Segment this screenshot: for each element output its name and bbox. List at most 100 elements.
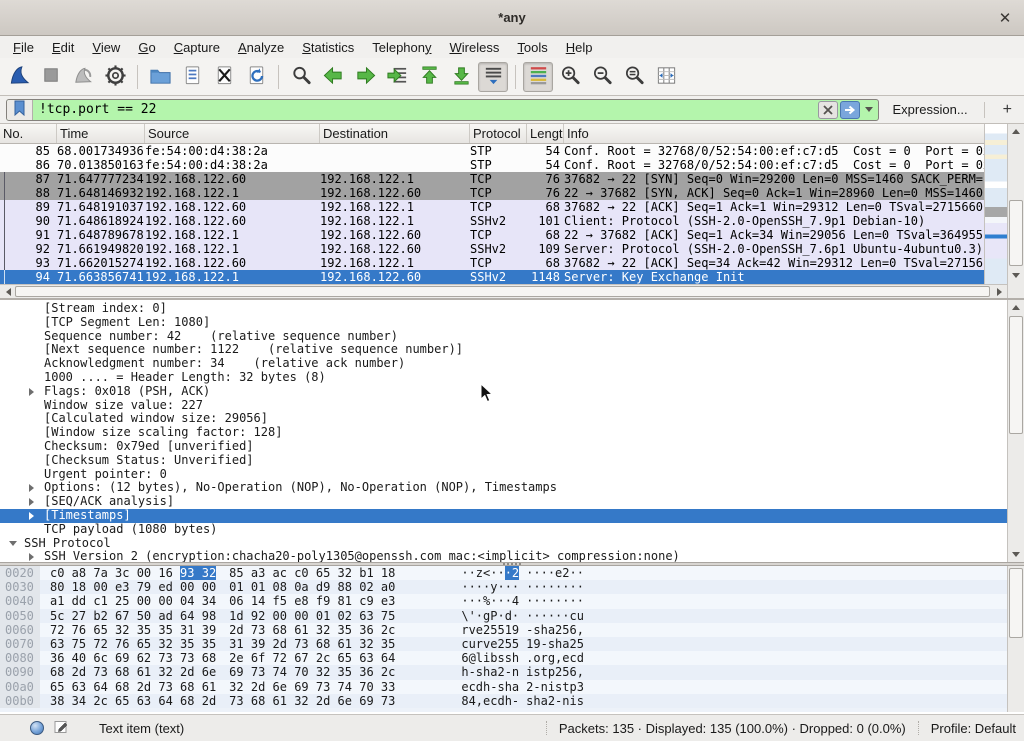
auto-scroll-toggle[interactable]	[478, 62, 508, 92]
column-header-length[interactable]: Length	[527, 124, 564, 143]
profile-label[interactable]: Profile: Default	[931, 721, 1016, 736]
restart-capture-button[interactable]	[68, 62, 98, 92]
display-filter-input[interactable]	[33, 100, 817, 120]
column-header-info[interactable]: Info	[564, 124, 1007, 143]
resize-columns-button[interactable]	[651, 62, 681, 92]
scroll-down-button[interactable]	[1008, 547, 1024, 562]
detail-line[interactable]: Sequence number: 42 (relative sequence n…	[0, 330, 1007, 344]
scrollbar-thumb[interactable]	[1009, 316, 1023, 434]
hex-row[interactable]: 008036 40 6c 69 62 73 73 682e 6f 72 67 2…	[0, 651, 1007, 665]
menu-capture[interactable]: Capture	[165, 38, 229, 57]
detail-line[interactable]: Urgent pointer: 0	[0, 468, 1007, 482]
colorize-toggle[interactable]	[523, 62, 553, 92]
menu-wireless[interactable]: Wireless	[441, 38, 509, 57]
hex-row[interactable]: 009068 2d 73 68 61 32 2d 6e69 73 74 70 3…	[0, 665, 1007, 679]
go-to-packet-button[interactable]	[382, 62, 412, 92]
menu-analyze[interactable]: Analyze	[229, 38, 293, 57]
detail-line[interactable]: [TCP Segment Len: 1080]	[0, 316, 1007, 330]
scroll-up-button[interactable]	[1008, 300, 1024, 315]
menu-file[interactable]: File	[4, 38, 43, 57]
detail-line[interactable]: Flags: 0x018 (PSH, ACK)	[0, 385, 1007, 399]
save-file-button[interactable]	[177, 62, 207, 92]
close-file-button[interactable]	[209, 62, 239, 92]
detail-line[interactable]: [Stream index: 0]	[0, 302, 1007, 316]
titlebar[interactable]: *any ✕	[0, 0, 1024, 36]
detail-line[interactable]: [Window size scaling factor: 128]	[0, 426, 1007, 440]
detail-line[interactable]: Options: (12 bytes), No-Operation (NOP),…	[0, 481, 1007, 495]
go-to-bottom-button[interactable]	[446, 62, 476, 92]
packet-row-88[interactable]: 8871.648146932192.168.122.1192.168.122.6…	[0, 186, 984, 200]
bytes-vertical-scrollbar[interactable]	[1007, 566, 1024, 712]
hex-row[interactable]: 0040a1 dd c1 25 00 00 04 3406 14 f5 e8 f…	[0, 594, 1007, 608]
detail-line[interactable]: TCP payload (1080 bytes)	[0, 523, 1007, 537]
hex-row[interactable]: 006072 76 65 32 35 35 31 392d 73 68 61 3…	[0, 623, 1007, 637]
packet-row-92[interactable]: 9271.661949820192.168.122.1192.168.122.6…	[0, 242, 984, 256]
filter-history-dropdown[interactable]	[862, 101, 876, 119]
expander-icon[interactable]	[26, 553, 44, 561]
menu-view[interactable]: View	[83, 38, 129, 57]
detail-line[interactable]: SSH Version 2 (encryption:chacha20-poly1…	[0, 550, 1007, 562]
close-button[interactable]: ✕	[994, 8, 1016, 28]
hex-row[interactable]: 00b038 34 2c 65 63 64 68 2d73 68 61 32 2…	[0, 694, 1007, 708]
capture-options-button[interactable]	[100, 62, 130, 92]
packet-row-87[interactable]: 8771.647777234192.168.122.60192.168.122.…	[0, 172, 984, 186]
detail-line[interactable]: [Checksum Status: Unverified]	[0, 454, 1007, 468]
detail-line[interactable]: Acknowledgment number: 34 (relative ack …	[0, 357, 1007, 371]
hex-row[interactable]: 00a065 63 64 68 2d 73 68 6132 2d 6e 69 7…	[0, 680, 1007, 694]
clear-filter-button[interactable]	[818, 101, 838, 119]
detail-line[interactable]: SSH Protocol	[0, 537, 1007, 551]
scrollbar-thumb[interactable]	[1009, 568, 1023, 638]
expression-button[interactable]: Expression...	[893, 102, 968, 117]
hex-row[interactable]: 00505c 27 b2 67 50 ad 64 981d 92 00 00 0…	[0, 609, 1007, 623]
menu-tools[interactable]: Tools	[508, 38, 556, 57]
packet-row-90[interactable]: 9071.648618924192.168.122.60192.168.122.…	[0, 214, 984, 228]
packet-row-94[interactable]: 9471.663856741192.168.122.1192.168.122.6…	[0, 270, 984, 284]
filter-bookmark-button[interactable]	[7, 99, 33, 121]
start-capture-button[interactable]	[4, 62, 34, 92]
go-to-top-button[interactable]	[414, 62, 444, 92]
column-header-no[interactable]: No.	[0, 124, 57, 143]
menu-edit[interactable]: Edit	[43, 38, 83, 57]
packet-list-minimap[interactable]	[984, 124, 1007, 284]
scrollbar-thumb[interactable]	[1009, 200, 1023, 266]
packet-row-85[interactable]: 8568.001734936fe:54:00:d4:38:2aSTP54Conf…	[0, 144, 984, 158]
expander-icon[interactable]	[26, 498, 44, 506]
detail-line[interactable]: [Timestamps]	[0, 509, 1007, 523]
column-header-time[interactable]: Time	[57, 124, 145, 143]
go-back-button[interactable]	[318, 62, 348, 92]
expert-info-icon[interactable]	[30, 721, 44, 735]
packet-row-93[interactable]: 9371.662015274192.168.122.60192.168.122.…	[0, 256, 984, 270]
stop-capture-button[interactable]	[36, 62, 66, 92]
zoom-original-button[interactable]	[619, 62, 649, 92]
packet-row-89[interactable]: 8971.648191037192.168.122.60192.168.122.…	[0, 200, 984, 214]
hex-row[interactable]: 003080 18 00 e3 79 ed 00 0001 01 08 0a d…	[0, 580, 1007, 594]
add-filter-button[interactable]: +	[997, 101, 1018, 119]
scroll-right-button[interactable]	[991, 285, 1007, 298]
apply-filter-button[interactable]	[840, 101, 860, 119]
hex-row[interactable]: 0020c0 a8 7a 3c 00 16 93 3285 a3 ac c0 6…	[0, 566, 1007, 580]
detail-line[interactable]: [Next sequence number: 1122 (relative se…	[0, 343, 1007, 357]
packet-row-91[interactable]: 9171.648789678192.168.122.1192.168.122.6…	[0, 228, 984, 242]
detail-line[interactable]: Checksum: 0x79ed [unverified]	[0, 440, 1007, 454]
open-file-button[interactable]	[145, 62, 175, 92]
scroll-left-button[interactable]	[0, 285, 16, 298]
detail-line[interactable]: [Calculated window size: 29056]	[0, 412, 1007, 426]
menu-help[interactable]: Help	[557, 38, 602, 57]
detail-line[interactable]: [SEQ/ACK analysis]	[0, 495, 1007, 509]
detail-line[interactable]: Window size value: 227	[0, 399, 1007, 413]
scrollbar-thumb[interactable]	[15, 286, 990, 297]
find-packet-button[interactable]	[286, 62, 316, 92]
column-header-protocol[interactable]: Protocol	[470, 124, 527, 143]
hex-row[interactable]: 007063 75 72 76 65 32 35 3531 39 2d 73 6…	[0, 637, 1007, 651]
packet-list-vertical-scrollbar[interactable]	[1007, 124, 1024, 298]
packet-row-86[interactable]: 8670.013850163fe:54:00:d4:38:2aSTP54Conf…	[0, 158, 984, 172]
expander-icon[interactable]	[26, 484, 44, 492]
detail-line[interactable]: 1000 .... = Header Length: 32 bytes (8)	[0, 371, 1007, 385]
scroll-down-button[interactable]	[1008, 268, 1024, 283]
column-header-destination[interactable]: Destination	[320, 124, 470, 143]
column-header-source[interactable]: Source	[145, 124, 320, 143]
expander-icon[interactable]	[26, 512, 44, 520]
expander-icon[interactable]	[6, 541, 24, 546]
menu-telephony[interactable]: Telephony	[363, 38, 440, 57]
expander-icon[interactable]	[26, 388, 44, 396]
